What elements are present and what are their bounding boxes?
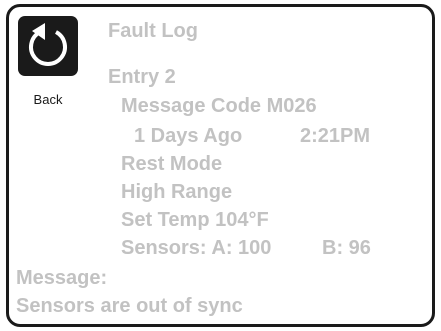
message-label: Message:: [16, 267, 108, 289]
entry-label: Entry 2: [108, 66, 176, 88]
entry-time: 2:21PM: [300, 125, 371, 147]
fault-log-screen: Back Fault Log Entry 2 Message Code M026…: [0, 0, 441, 331]
entry-set-temp: Set Temp 104°F: [121, 209, 269, 231]
sensor-b-reading: B: 96: [322, 237, 371, 259]
message-text: Sensors are out of sync: [16, 295, 243, 317]
entry-age: 1 Days Ago: [134, 125, 243, 147]
sensor-a-reading: Sensors: A: 100: [121, 237, 272, 259]
entry-range: High Range: [121, 181, 233, 203]
page-title: Fault Log: [108, 20, 198, 42]
back-label: Back: [33, 92, 63, 107]
back-button[interactable]: Back: [18, 16, 78, 120]
entry-mode: Rest Mode: [121, 153, 223, 175]
back-arrow-icon[interactable]: [18, 16, 78, 76]
message-code: Message Code M026: [121, 95, 317, 117]
